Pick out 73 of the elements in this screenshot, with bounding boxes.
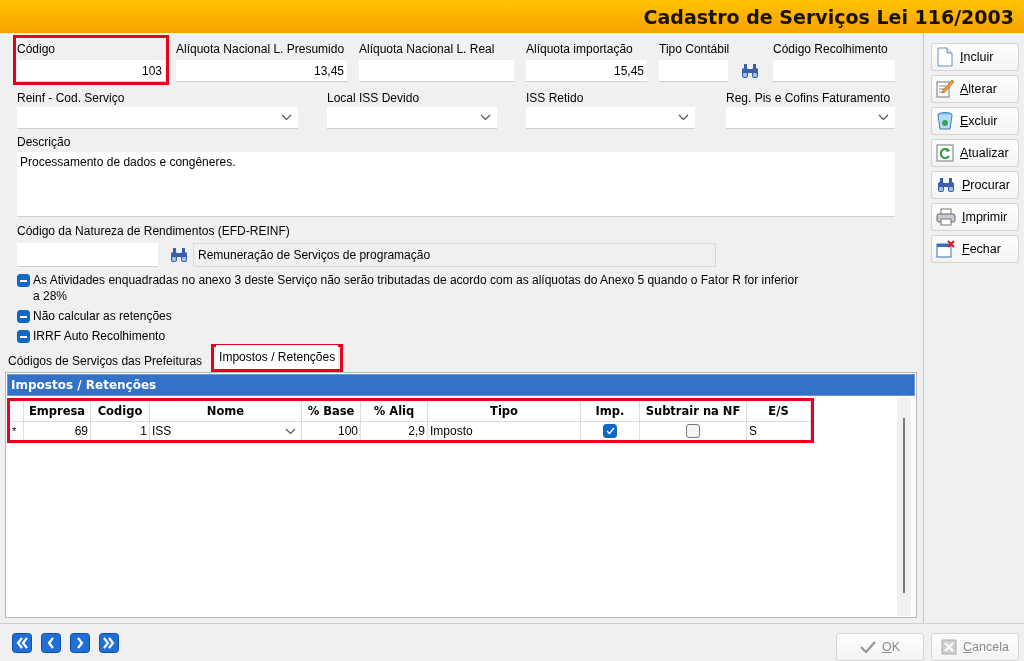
checkbox[interactable] <box>17 274 30 287</box>
window-title: Cadastro de Serviços Lei 116/2003 <box>643 5 1014 28</box>
checkbox[interactable] <box>17 330 30 343</box>
binoculars-icon <box>936 177 956 193</box>
document-icon <box>936 47 954 67</box>
table-cell: Imposto <box>427 421 581 440</box>
close-button[interactable]: Fechar <box>931 235 1019 263</box>
checkbox[interactable] <box>686 424 700 439</box>
binoculars-icon[interactable] <box>740 63 760 79</box>
field-label: ISS Retido <box>526 91 585 107</box>
checkmark-icon <box>859 640 876 654</box>
field-label: Reinf - Cod. Serviço <box>17 91 126 107</box>
input-field[interactable] <box>17 243 158 267</box>
input-field[interactable] <box>659 60 728 82</box>
field-label: Código da Natureza de Rendimentos (EFD-REINF) <box>17 224 291 240</box>
search-button[interactable]: Procurar <box>931 171 1019 199</box>
column-header[interactable]: Nome <box>149 401 302 422</box>
table-cell: S <box>746 421 811 440</box>
input-field[interactable] <box>773 60 895 82</box>
field-label: Código <box>17 42 57 58</box>
tab[interactable]: Códigos de Serviços das Prefeituras <box>5 350 206 372</box>
printer-icon <box>936 208 956 226</box>
column-header[interactable]: % Aliq <box>360 401 428 422</box>
field-label: Tipo Contábil <box>659 42 731 58</box>
checkbox-label: As Atividades enquadradas no anexo 3 deste Serviço não serão tributadas de acordo com as alíquotas do Anexo 5 quando o Fator R for inferior a 28% <box>33 272 800 304</box>
refresh-button[interactable]: Atualizar <box>931 139 1019 167</box>
new-button[interactable]: Incluir <box>931 43 1019 71</box>
table-cell[interactable]: ISS <box>152 424 172 438</box>
chevron-icon <box>878 114 889 121</box>
table-cell: 1 <box>90 421 150 440</box>
window-close-icon <box>936 240 956 258</box>
edit-button[interactable]: Alterar <box>931 75 1019 103</box>
delete-button[interactable]: Excluir <box>931 107 1019 135</box>
input-field[interactable]: 13,45 <box>176 60 347 82</box>
input-field[interactable]: 15,45 <box>526 60 647 82</box>
checkbox[interactable] <box>17 310 30 323</box>
column-header[interactable]: E/S <box>746 401 811 422</box>
print-button[interactable]: Imprimir <box>931 203 1019 231</box>
chevron-icon <box>480 114 491 121</box>
table-cell: 100 <box>301 421 361 440</box>
field-label: Descrição <box>17 135 72 151</box>
field-label: Alíquota Nacional L. Real <box>359 42 496 58</box>
table-cell: 2,9 <box>360 421 428 440</box>
chevron-icon <box>285 427 296 435</box>
checkbox-label: IRRF Auto Recolhimento <box>33 328 167 344</box>
field-label: Alíquota Nacional L. Presumido <box>176 42 346 58</box>
description-display: Remuneração de Serviços de programação <box>193 243 716 267</box>
column-header[interactable]: Tipo <box>427 401 581 422</box>
binoculars-icon[interactable] <box>169 247 189 263</box>
scrollbar[interactable] <box>897 398 911 616</box>
input-field[interactable] <box>359 60 514 82</box>
field-label: Reg. Pis e Cofins Faturamento <box>726 91 892 107</box>
chevron-icon <box>281 114 292 121</box>
refresh-icon <box>936 143 954 163</box>
cancel-icon <box>941 639 958 655</box>
chevron-icon <box>678 114 689 121</box>
bin-icon <box>936 111 954 131</box>
tab[interactable]: Impostos / Retenções <box>216 345 339 369</box>
column-header[interactable]: Empresa <box>23 401 91 422</box>
field-label: Local ISS Devido <box>327 91 421 107</box>
column-header[interactable]: Subtrair na NF <box>639 401 747 422</box>
checkbox[interactable] <box>603 424 617 439</box>
pencil-icon <box>936 79 954 99</box>
column-header[interactable]: % Base <box>301 401 361 422</box>
checkbox-label: Não calcular as retenções <box>33 308 173 324</box>
description-field[interactable]: Processamento de dados e congêneres. <box>17 152 895 217</box>
column-header[interactable]: Codigo <box>90 401 150 422</box>
field-label: Código Recolhimento <box>773 42 889 58</box>
field-label: Alíquota importação <box>526 42 634 58</box>
table-cell: 69 <box>23 421 91 440</box>
panel-header: Impostos / Retenções <box>7 374 915 396</box>
column-header[interactable]: Imp. <box>580 401 640 422</box>
input-field[interactable]: 103 <box>17 60 165 82</box>
